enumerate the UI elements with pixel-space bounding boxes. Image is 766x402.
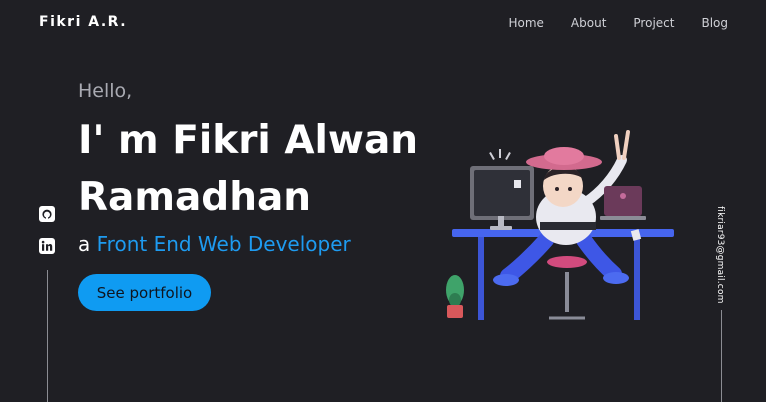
- main-nav: Home About Project Blog: [508, 16, 728, 30]
- nav-item-project[interactable]: Project: [633, 16, 674, 30]
- nav-item-about[interactable]: About: [571, 16, 606, 30]
- email-link[interactable]: fikriar93@gmail.com: [715, 206, 725, 304]
- developer-illustration: [446, 130, 674, 320]
- hero-role-prefix: a: [78, 232, 91, 256]
- hero-greeting: Hello,: [78, 80, 133, 102]
- left-divider-line: [47, 270, 48, 402]
- github-icon[interactable]: [39, 206, 55, 222]
- hero-headline: I' m Fikri Alwan Ramadhan: [78, 118, 419, 220]
- hero-role: a Front End Web Developer: [78, 232, 351, 256]
- linkedin-icon[interactable]: [39, 238, 55, 254]
- hero-role-title: Front End Web Developer: [96, 232, 351, 256]
- brand-logo[interactable]: Fikri A.R.: [39, 14, 127, 30]
- see-portfolio-button[interactable]: See portfolio: [78, 274, 211, 311]
- nav-item-home[interactable]: Home: [508, 16, 543, 30]
- right-divider-line: [721, 310, 722, 402]
- nav-item-blog[interactable]: Blog: [701, 16, 728, 30]
